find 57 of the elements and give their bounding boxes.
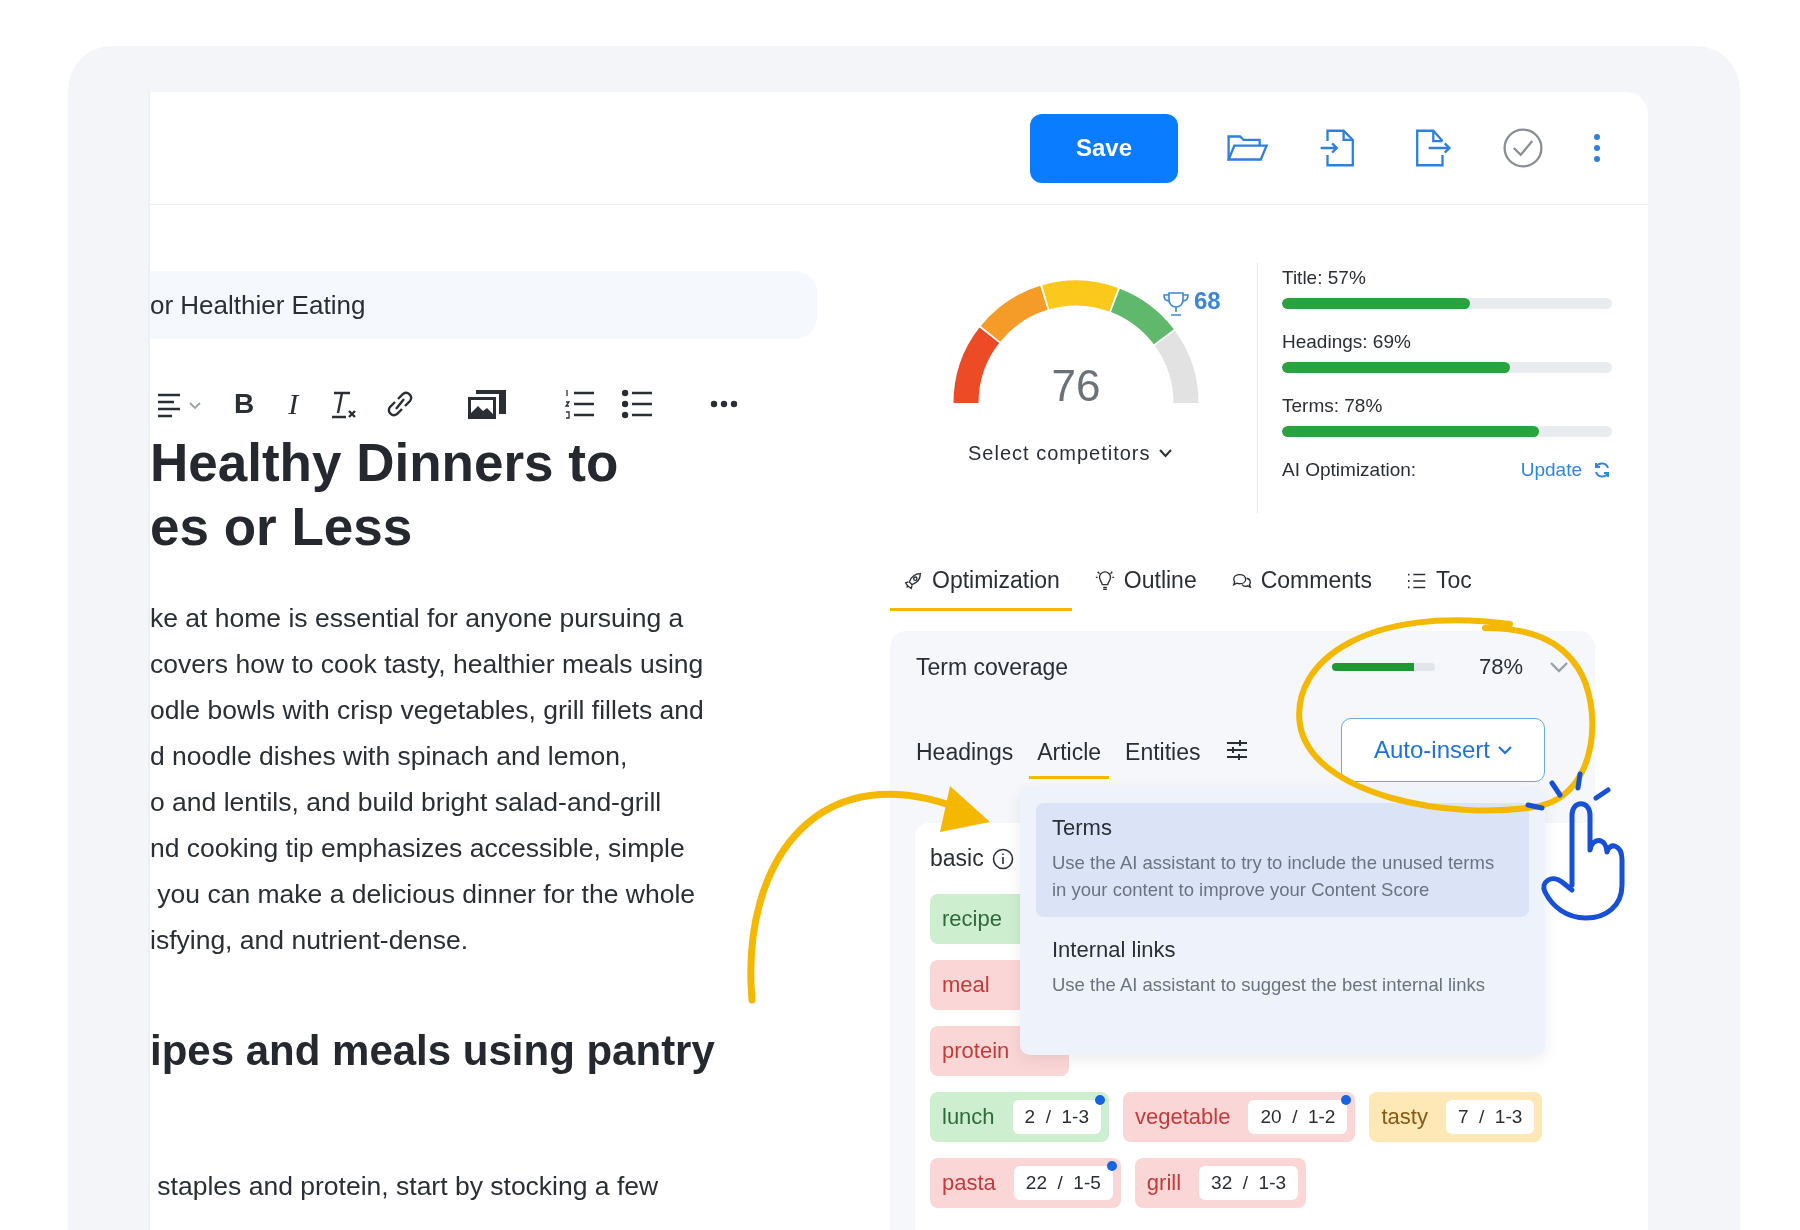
menu-item-description: Use the AI assistant to suggest the best internal links xyxy=(1052,973,1486,997)
italic-button[interactable]: I xyxy=(284,387,303,421)
auto-insert-button[interactable]: Auto-insert xyxy=(1341,718,1545,782)
term-chip[interactable]: grill 32 / 1-3 xyxy=(1134,1158,1307,1208)
section-heading: ipes and meals using pantry xyxy=(150,1026,716,1076)
lightbulb-icon xyxy=(1093,569,1116,592)
coverage-percent: 78% xyxy=(1478,654,1523,680)
chevron-down-icon xyxy=(1158,449,1172,458)
info-icon[interactable] xyxy=(991,847,1014,870)
subtab[interactable]: Headings xyxy=(908,721,1022,779)
ordered-list-icon[interactable] xyxy=(564,387,597,421)
bold-button[interactable]: B xyxy=(230,388,259,420)
term-label: protein xyxy=(942,1038,1010,1064)
term-label: grill xyxy=(1146,1170,1182,1196)
hand-pointer-icon xyxy=(1525,771,1625,921)
ai-optimization-label: AI Optimization: xyxy=(1282,459,1417,481)
term-chip[interactable]: tasty 7 / 1-3 xyxy=(1369,1092,1543,1142)
tab[interactable]: Toc xyxy=(1393,567,1484,611)
metric-label: Terms: 78% xyxy=(1282,395,1384,417)
group-label: basic xyxy=(930,845,984,872)
term-chip[interactable]: pasta 22 / 1-5 xyxy=(930,1158,1121,1208)
update-link[interactable]: Update xyxy=(1520,459,1612,481)
competitor-score: 68 xyxy=(1194,287,1221,315)
tab[interactable]: Optimization xyxy=(890,567,1072,611)
term-label: recipe xyxy=(942,906,1002,932)
term-chip[interactable]: lunch 2 / 1-3 xyxy=(930,1092,1109,1142)
term-label: pasta xyxy=(942,1170,996,1196)
bullet-list-icon[interactable] xyxy=(622,387,655,421)
term-count: 32 / 1-3 xyxy=(1199,1166,1299,1200)
check-circle-icon[interactable] xyxy=(1500,125,1546,171)
term-label: meal xyxy=(942,972,990,998)
chevron-down-icon xyxy=(1498,745,1513,755)
term-label: lunch xyxy=(942,1104,995,1130)
subtab[interactable]: Entities xyxy=(1117,721,1209,779)
save-button[interactable]: Save xyxy=(1030,113,1178,183)
tab[interactable]: Comments xyxy=(1218,567,1384,611)
tab[interactable]: Outline xyxy=(1081,567,1209,611)
title-field[interactable]: or Healthier Eating xyxy=(150,271,817,339)
term-count: 7 / 1-3 xyxy=(1445,1100,1535,1134)
subtab[interactable]: Article xyxy=(1029,721,1110,779)
metric-label: Title: 57% xyxy=(1282,267,1367,289)
term-label: vegetable xyxy=(1135,1104,1231,1130)
menu-item-title: Terms xyxy=(1052,815,1113,841)
content-score: 76 xyxy=(1050,361,1102,411)
term-coverage-title: Term coverage xyxy=(916,653,1070,681)
refresh-icon xyxy=(1592,460,1612,480)
trophy-icon xyxy=(1162,290,1190,318)
competitors-dropdown[interactable]: Select competitors xyxy=(962,441,1178,466)
metric-label: Headings: 69% xyxy=(1282,331,1412,353)
filter-icon[interactable] xyxy=(1224,739,1249,761)
image-icon[interactable] xyxy=(466,387,509,421)
article-paragraph: ke at home is essential for anyone pursuing a covers how to cook tasty, healthier meals using odle bowls with crisp vegetables, grill fillets and d noodle dishes with spinach and lemon, o and lentils, and build bright salad-and-grill nd cooking tip emphasizes accessible, simple you can make a delicious dinner for the whole isfying, and nutrient-dense. xyxy=(150,602,705,957)
paragraph-text: staples and protein, start by stocking a few xyxy=(156,1171,660,1202)
term-label: tasty xyxy=(1381,1104,1428,1130)
article-heading: Healthy Dinners to es or Less xyxy=(150,432,620,558)
menu-item[interactable]: Terms Use the AI assistant to try to include the unused terms in your content to improve your Content Score xyxy=(1036,803,1529,917)
term-chip[interactable]: vegetable 20 / 1-2 xyxy=(1123,1092,1356,1142)
